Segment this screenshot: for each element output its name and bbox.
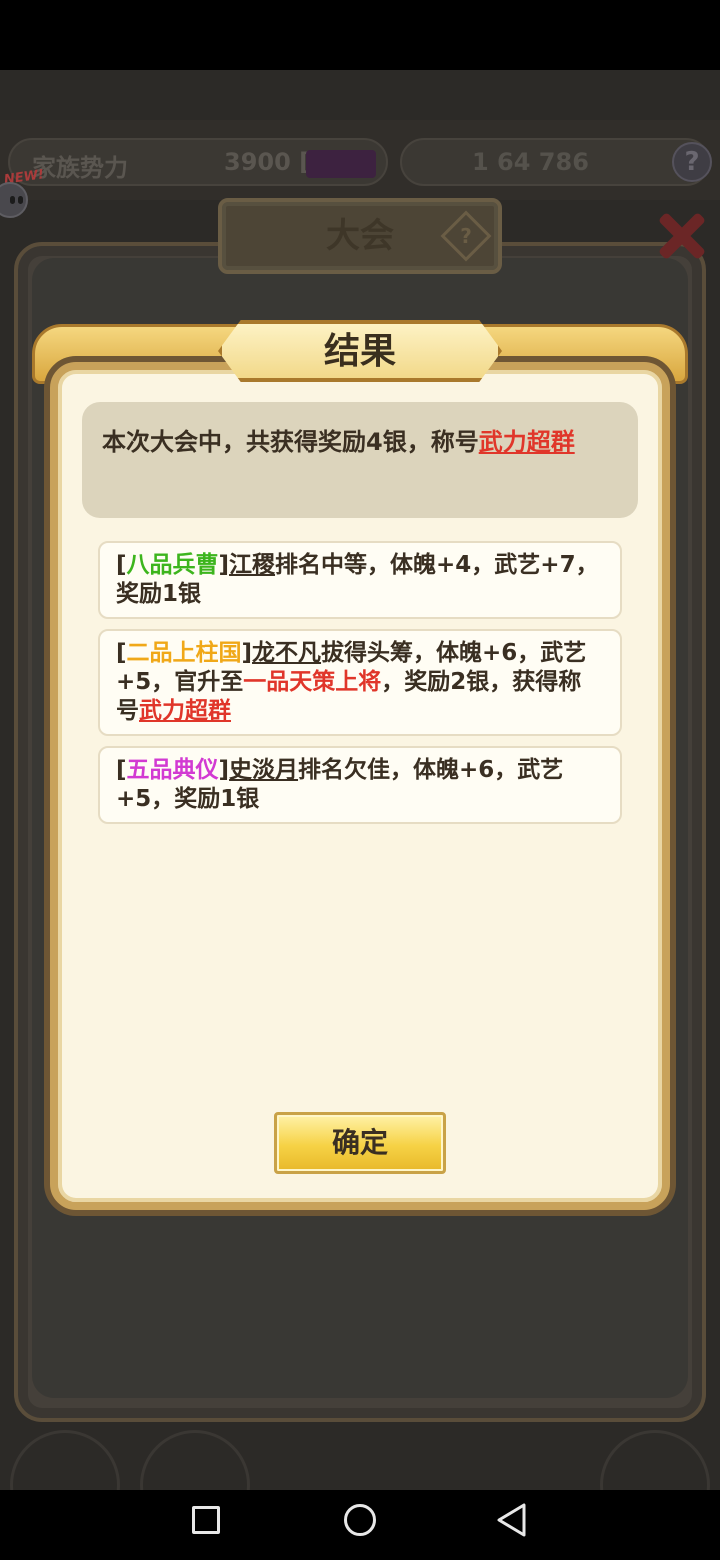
result-title: 结果 bbox=[323, 331, 396, 372]
resource-values: 1 64 786 bbox=[472, 148, 589, 176]
bracket-open: [ bbox=[116, 552, 127, 578]
help-icon: ? bbox=[672, 142, 712, 182]
result-title-plaque: 结果 bbox=[218, 320, 502, 382]
member-name[interactable]: 龙不凡 bbox=[252, 640, 321, 666]
confirm-label: 确定 bbox=[331, 1126, 388, 1159]
bracket-close: ] bbox=[218, 552, 230, 578]
result-entry: [八品兵曹]江稷排名中等，体魄+4，武艺+7，奖励1银 bbox=[98, 541, 622, 619]
help-glyph: ? bbox=[460, 224, 472, 248]
result-entry: [五品典仪]史淡月排名欠佳，体魄+6，武艺+5，奖励1银 bbox=[98, 746, 622, 824]
status-bar bbox=[0, 0, 720, 70]
summary-prefix: 本次大会中，共获得奖励4银，称号 bbox=[102, 428, 479, 456]
promotion-text: 一品天策上将 bbox=[243, 669, 382, 695]
result-entry: [二品上柱国]龙不凡拔得头筹，体魄+6，武艺+5，官升至一品天策上将，奖励2银，… bbox=[98, 629, 622, 736]
clan-power-pill: 家族势力 3900 [ bbox=[8, 138, 388, 186]
assembly-title-plaque: 大会 ? bbox=[218, 198, 502, 274]
title-link[interactable]: 武力超群 bbox=[139, 698, 231, 724]
member-name[interactable]: 史淡月 bbox=[229, 757, 298, 783]
rank-tag: 二品上柱国 bbox=[126, 640, 242, 666]
resource-pill: 1 64 786 bbox=[400, 138, 710, 186]
bracket-close: ] bbox=[218, 757, 230, 783]
square-recents-icon[interactable] bbox=[192, 1506, 220, 1534]
clan-power-label: 家族势力 bbox=[32, 154, 128, 182]
bracket-open: [ bbox=[116, 640, 127, 666]
bracket-open: [ bbox=[116, 757, 127, 783]
rank-tag: 八品兵曹 bbox=[126, 552, 219, 578]
summary-text: 本次大会中，共获得奖励4银，称号武力超群 bbox=[102, 424, 618, 460]
rank-tag: 五品典仪 bbox=[126, 757, 219, 783]
result-summary: 本次大会中，共获得奖励4银，称号武力超群 bbox=[82, 402, 638, 518]
bracket-close: ] bbox=[241, 640, 253, 666]
confirm-button[interactable]: 确定 bbox=[274, 1112, 446, 1174]
clan-power-value: 3900 [ bbox=[224, 148, 311, 176]
android-nav-bar bbox=[0, 1490, 720, 1560]
game-bottom-nav: 综合 家族 分王 bbox=[0, 1420, 720, 1552]
close-x-icon bbox=[646, 200, 716, 270]
member-name[interactable]: 江稷 bbox=[229, 552, 275, 578]
summary-title-link[interactable]: 武力超群 bbox=[479, 428, 575, 456]
triangle-back-icon[interactable] bbox=[496, 1502, 528, 1538]
circle-home-icon[interactable] bbox=[344, 1504, 376, 1536]
clan-chip bbox=[306, 150, 376, 178]
